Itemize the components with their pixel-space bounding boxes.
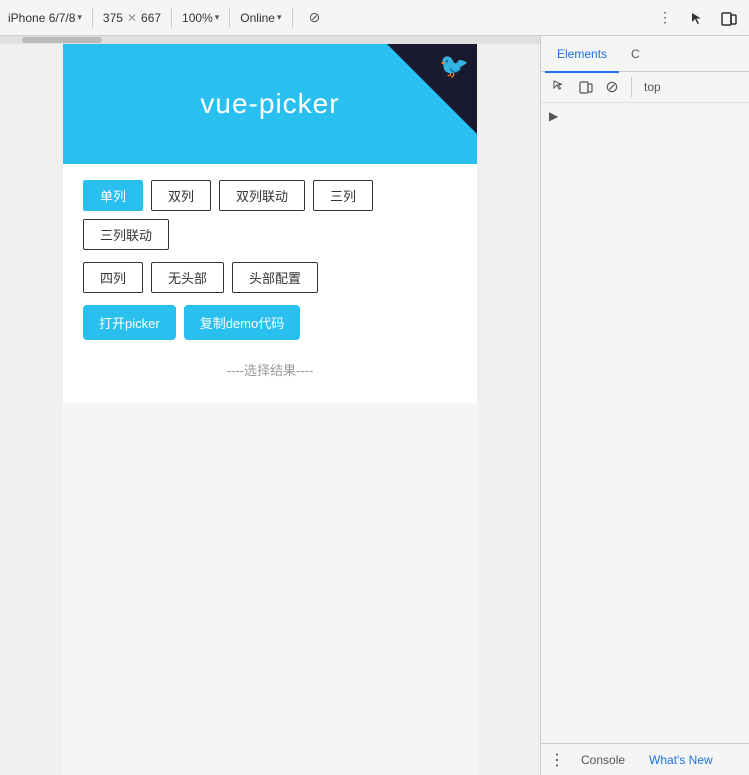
device-frame: 🐦 vue-picker 单列 双列 双列联动 三列 三列联动 四列 (0, 44, 540, 775)
device-chevron: ▾ (77, 12, 82, 23)
tab-whats-new[interactable]: What's New (641, 745, 721, 775)
header-bird-icon: 🐦 (439, 52, 469, 81)
result-text: ----选择结果---- (83, 352, 457, 387)
button-row-1: 单列 双列 双列联动 三列 三列联动 (83, 180, 457, 250)
phone-content: 🐦 vue-picker 单列 双列 双列联动 三列 三列联动 四列 (63, 44, 477, 775)
action-row: 打开picker 复制demo代码 (83, 305, 457, 340)
button-groups: 单列 双列 双列联动 三列 三列联动 四列 无头部 头部配置 打开picke (63, 164, 477, 403)
network-value: Online (240, 11, 275, 25)
btn-no-header[interactable]: 无头部 (151, 262, 224, 293)
btn-header-config[interactable]: 头部配置 (232, 262, 318, 293)
devtools-panel: Elements C ⊘ top (540, 36, 749, 775)
toggle-device-toolbar-icon[interactable] (575, 76, 597, 98)
devtools-content: ▶ (541, 103, 749, 743)
toolbar-divider-3 (229, 8, 230, 28)
toolbar-divider-4 (292, 8, 293, 28)
tab-elements[interactable]: Elements (545, 37, 619, 73)
btn-four-col[interactable]: 四列 (83, 262, 143, 293)
zoom-chevron: ▾ (215, 12, 220, 23)
bottom-bar-menu-icon[interactable]: ⋮ (549, 750, 565, 770)
toolbar-icons: ⋮ (653, 6, 741, 30)
cursor-icon[interactable] (685, 6, 709, 30)
devtools-bottom-bar: ⋮ Console What's New (541, 743, 749, 775)
dom-tree-arrow[interactable]: ▶ (549, 109, 558, 123)
btn-triple-linked[interactable]: 三列联动 (83, 219, 169, 250)
width-value: 375 (103, 11, 123, 25)
btn-single-col[interactable]: 单列 (83, 180, 143, 211)
network-control[interactable]: Online ▾ (240, 11, 281, 25)
app-title: vue-picker (200, 88, 339, 120)
device-selector[interactable]: iPhone 6/7/8 ▾ (8, 11, 82, 25)
height-value: 667 (141, 11, 161, 25)
devtools-toolbar-divider (631, 77, 632, 97)
scroll-thumb[interactable] (22, 37, 102, 43)
zoom-control[interactable]: 100% ▾ (182, 11, 219, 25)
devtools-tabs: Elements C (541, 36, 749, 72)
button-row-2: 四列 无头部 头部配置 (83, 262, 457, 293)
breadcrumb: top (640, 80, 665, 94)
tab-console[interactable]: Console (573, 745, 633, 775)
toolbar-left: iPhone 6/7/8 ▾ 375 ✕ 667 100% ▾ Online ▾… (8, 6, 647, 30)
scroll-area[interactable] (0, 36, 540, 44)
btn-triple-col[interactable]: 三列 (313, 180, 373, 211)
inspect-element-icon[interactable] (549, 76, 571, 98)
btn-double-linked[interactable]: 双列联动 (219, 180, 305, 211)
dimension-separator: ✕ (127, 11, 137, 25)
tab-c[interactable]: C (619, 37, 652, 73)
devtools-toolbar: ⊘ top (541, 72, 749, 103)
device-name: iPhone 6/7/8 (8, 11, 75, 25)
btn-double-col[interactable]: 双列 (151, 180, 211, 211)
toggle-device-icon[interactable] (717, 6, 741, 30)
browser-toolbar: iPhone 6/7/8 ▾ 375 ✕ 667 100% ▾ Online ▾… (0, 0, 749, 36)
copy-demo-button[interactable]: 复制demo代码 (184, 305, 301, 340)
open-picker-button[interactable]: 打开picker (83, 305, 176, 340)
more-options-icon[interactable]: ⋮ (653, 6, 677, 30)
toolbar-divider-2 (171, 8, 172, 28)
toolbar-dimensions: 375 ✕ 667 (103, 11, 161, 25)
main-area: 🐦 vue-picker 单列 双列 双列联动 三列 三列联动 四列 (0, 36, 749, 775)
zoom-value: 100% (182, 11, 213, 25)
toolbar-divider-1 (92, 8, 93, 28)
no-throttle-icon[interactable]: ⊘ (303, 6, 327, 30)
app-header: 🐦 vue-picker (63, 44, 477, 164)
device-panel: 🐦 vue-picker 单列 双列 双列联动 三列 三列联动 四列 (0, 36, 540, 775)
block-requests-icon[interactable]: ⊘ (601, 76, 623, 98)
network-chevron: ▾ (277, 12, 282, 23)
phone-body (63, 403, 477, 775)
